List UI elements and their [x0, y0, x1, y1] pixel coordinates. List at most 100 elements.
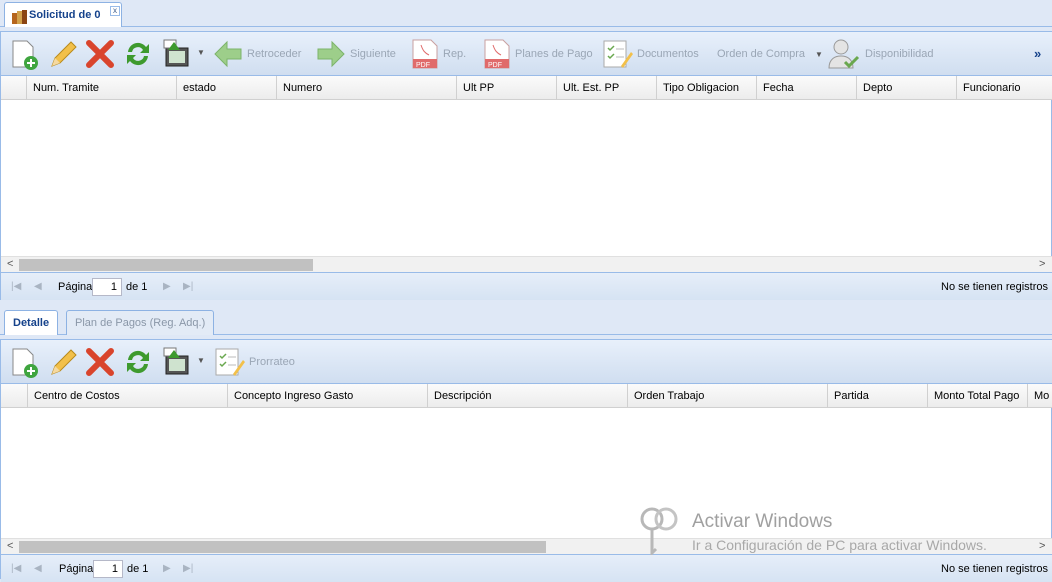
prev-page-icon[interactable]: ◀ — [34, 563, 42, 574]
payment-plans-label: Planes de Pago — [515, 48, 593, 60]
scroll-left-icon[interactable]: < — [7, 258, 13, 270]
page-count: de 1 — [126, 281, 148, 293]
report-button[interactable]: PDF Rep. — [411, 39, 466, 69]
main-tab-strip: Solicitud de 0 x — [0, 0, 1052, 27]
column-header[interactable]: Ult. Est. PP — [557, 76, 657, 100]
tab-plan-de-pagos-label: Plan de Pagos (Reg. Adq.) — [75, 317, 206, 329]
next-label: Siguiente — [350, 48, 396, 60]
arrow-right-icon — [317, 40, 345, 68]
documents-label: Documentos — [637, 48, 699, 60]
export-dropdown-arrow-icon[interactable]: ▼ — [197, 48, 205, 57]
tab-detalle-label: Detalle — [13, 317, 50, 329]
close-icon[interactable]: x — [110, 6, 120, 16]
column-header[interactable]: Fecha — [757, 76, 857, 100]
scroll-right-icon[interactable]: > — [1039, 258, 1045, 270]
page-input[interactable]: 1 — [93, 560, 123, 578]
column-header[interactable]: Centro de Costos — [28, 384, 228, 408]
pager-status: No se tienen registros — [941, 281, 1048, 293]
availability-label: Disponibilidad — [865, 48, 934, 60]
tab-plan-de-pagos[interactable]: Plan de Pagos (Reg. Adq.) — [66, 310, 215, 335]
detail-grid-header: Centro de Costos Concepto Ingreso Gasto … — [1, 384, 1052, 408]
purchase-order-button[interactable]: Orden de Compra ▼ — [717, 48, 823, 60]
scroll-right-icon[interactable]: > — [1039, 540, 1045, 552]
detail-toolbar: ▼ Prorrateo — [1, 340, 1052, 384]
horizontal-scrollbar[interactable]: < > — [1, 256, 1052, 272]
watermark-subtitle: Ir a Configuración de PC para activar Wi… — [692, 537, 987, 553]
column-header[interactable]: Partida — [828, 384, 928, 408]
new-document-icon[interactable] — [9, 39, 41, 71]
detail-pager-toolbar: |◀ ◀ Página 1 de 1 ▶ ▶| No se tienen reg… — [1, 554, 1052, 582]
last-page-icon[interactable]: ▶| — [183, 281, 193, 292]
watermark-title: Activar Windows — [692, 511, 833, 532]
row-numberer-header — [1, 76, 27, 100]
tab-solicitud[interactable]: Solicitud de 0 x — [4, 2, 122, 27]
back-button[interactable]: Retroceder — [213, 40, 301, 68]
row-numberer-header — [1, 384, 28, 408]
report-label: Rep. — [443, 48, 467, 60]
pencil-icon[interactable] — [47, 39, 79, 71]
tab-detalle[interactable]: Detalle — [4, 310, 59, 335]
page-label: Página — [58, 281, 93, 293]
main-grid-panel: ▼ Retroceder Siguiente PDF Rep. PDF Plan… — [0, 31, 1052, 300]
page-input[interactable]: 1 — [92, 278, 122, 296]
scrollbar-thumb[interactable] — [19, 541, 546, 553]
last-page-icon[interactable]: ▶| — [183, 563, 193, 574]
column-header[interactable]: Funcionario — [957, 76, 1052, 100]
next-page-icon[interactable]: ▶ — [163, 563, 171, 574]
new-document-icon[interactable] — [9, 347, 41, 379]
svg-text:PDF: PDF — [416, 62, 430, 69]
first-page-icon[interactable]: |◀ — [11, 563, 21, 574]
toolbar-overflow-icon[interactable]: » — [1034, 46, 1041, 61]
back-label: Retroceder — [247, 48, 302, 60]
column-header[interactable]: Monto Total Pago — [928, 384, 1028, 408]
arrow-left-icon — [214, 40, 242, 68]
column-header[interactable]: Numero — [277, 76, 457, 100]
books-icon — [12, 10, 27, 24]
column-header[interactable]: Orden Trabajo — [628, 384, 828, 408]
user-check-icon — [828, 39, 860, 69]
pdf-icon: PDF — [484, 39, 510, 69]
pdf-icon: PDF — [412, 39, 438, 69]
delete-icon[interactable] — [85, 347, 115, 377]
payment-plans-button[interactable]: PDF Planes de Pago — [483, 39, 593, 69]
refresh-icon[interactable] — [122, 38, 154, 70]
column-header[interactable]: Concepto Ingreso Gasto — [228, 384, 428, 408]
column-header[interactable]: Mo — [1028, 384, 1052, 408]
checklist-icon — [215, 348, 245, 376]
main-toolbar: ▼ Retroceder Siguiente PDF Rep. PDF Plan… — [1, 32, 1052, 76]
column-header[interactable]: Descripción — [428, 384, 628, 408]
column-header[interactable]: estado — [177, 76, 277, 100]
column-header[interactable]: Tipo Obligacion — [657, 76, 757, 100]
detail-tab-strip: Detalle Plan de Pagos (Reg. Adq.) — [0, 307, 1052, 335]
export-icon[interactable] — [160, 38, 192, 70]
grid-header: Num. Tramite estado Numero Ult PP Ult. E… — [1, 76, 1052, 100]
documents-button[interactable]: Documentos — [601, 38, 699, 70]
delete-icon[interactable] — [85, 39, 115, 69]
first-page-icon[interactable]: |◀ — [11, 281, 21, 292]
scroll-left-icon[interactable]: < — [7, 540, 13, 552]
page-count: de 1 — [127, 563, 149, 575]
checklist-icon — [603, 40, 633, 68]
prev-page-icon[interactable]: ◀ — [34, 281, 42, 292]
chevron-down-icon: ▼ — [815, 49, 823, 59]
export-dropdown-arrow-icon[interactable]: ▼ — [197, 356, 205, 365]
next-page-icon[interactable]: ▶ — [163, 281, 171, 292]
purchase-order-label: Orden de Compra — [717, 48, 806, 60]
column-header[interactable]: Depto — [857, 76, 957, 100]
key-icon — [640, 507, 678, 555]
refresh-icon[interactable] — [122, 346, 154, 378]
next-button[interactable]: Siguiente — [316, 40, 396, 68]
pencil-icon[interactable] — [47, 347, 79, 379]
column-header[interactable]: Ult PP — [457, 76, 557, 100]
availability-button[interactable]: Disponibilidad — [827, 38, 934, 70]
column-header[interactable]: Num. Tramite — [27, 76, 177, 100]
pager-status: No se tienen registros — [941, 563, 1048, 575]
page-label: Página — [59, 563, 94, 575]
prorrateo-button[interactable]: Prorrateo — [213, 346, 295, 378]
pager-toolbar: |◀ ◀ Página 1 de 1 ▶ ▶| No se tienen reg… — [1, 272, 1052, 300]
svg-text:PDF: PDF — [488, 62, 502, 69]
scrollbar-thumb[interactable] — [19, 259, 313, 271]
tab-title: Solicitud de 0 — [29, 9, 101, 21]
prorrateo-label: Prorrateo — [249, 356, 295, 368]
export-icon[interactable] — [160, 346, 192, 378]
